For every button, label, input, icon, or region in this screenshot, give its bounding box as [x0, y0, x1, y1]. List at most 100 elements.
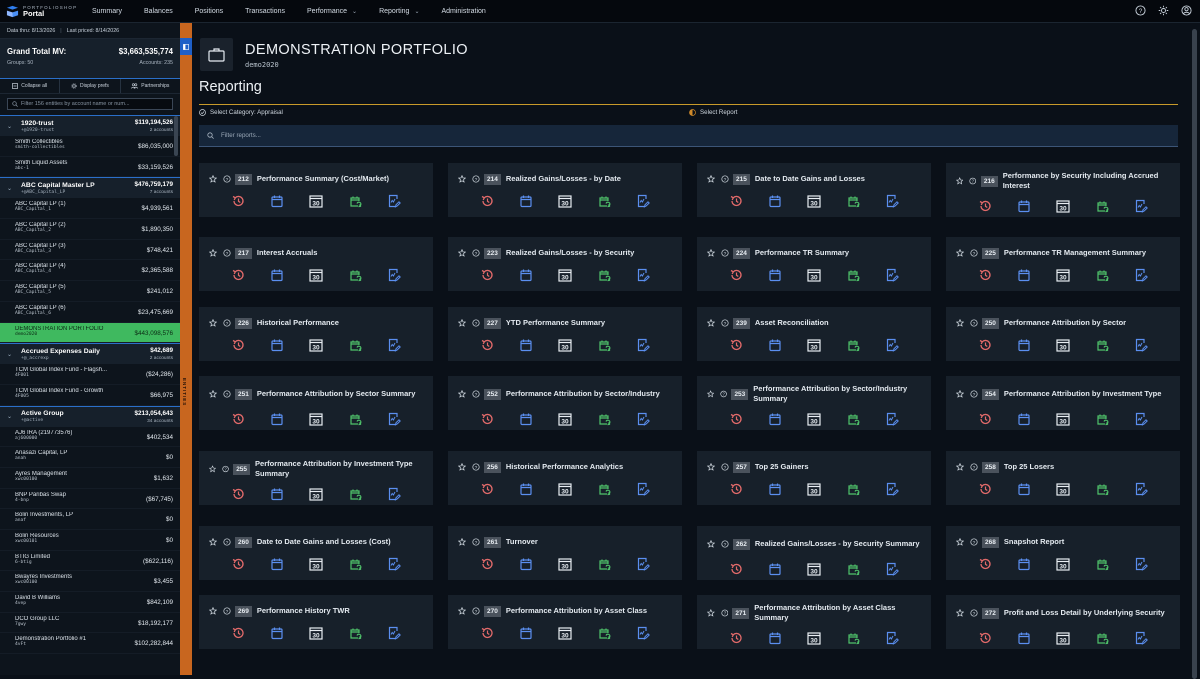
- report-title[interactable]: Realized Gains/Losses - by Security: [506, 248, 634, 258]
- help-icon[interactable]: ?: [969, 177, 977, 185]
- report-edit-icon[interactable]: [1134, 199, 1148, 213]
- calendar-refresh-icon[interactable]: [348, 557, 362, 571]
- calendar-icon[interactable]: [768, 338, 782, 352]
- help-icon[interactable]: ?: [223, 607, 231, 615]
- calendar-30-icon[interactable]: 30: [558, 557, 572, 571]
- report-edit-icon[interactable]: [636, 338, 650, 352]
- account-row[interactable]: BTIG Limited 6-btig ($622,116): [0, 551, 180, 572]
- help-icon[interactable]: ?: [970, 390, 978, 398]
- report-edit-icon[interactable]: [387, 338, 401, 352]
- chevron-down-icon[interactable]: ⌄: [7, 351, 21, 358]
- report-card-272[interactable]: ? 272 Profit and Loss Detail by Underlying…: [946, 595, 1180, 649]
- calendar-icon[interactable]: [768, 412, 782, 426]
- calendar-refresh-icon[interactable]: [846, 338, 860, 352]
- report-title[interactable]: Interest Accruals: [257, 248, 318, 258]
- group-row[interactable]: ⌄ ABC Capital Master LP +@ABC_Capital_LP $4…: [0, 177, 180, 199]
- history-icon[interactable]: [231, 194, 245, 208]
- history-icon[interactable]: [480, 412, 494, 426]
- account-row[interactable]: ABC Capital LP (6) ABC_Capital_6 $23,475,6…: [0, 302, 180, 323]
- calendar-icon[interactable]: [519, 626, 533, 640]
- calendar-30-icon[interactable]: 30: [807, 631, 821, 645]
- report-title[interactable]: Performance TR Management Summary: [1004, 248, 1146, 258]
- star-icon[interactable]: [956, 463, 964, 471]
- collapse-all-button[interactable]: Collapse all: [0, 79, 61, 93]
- step-select-report[interactable]: Select Report: [689, 109, 738, 116]
- report-edit-icon[interactable]: [885, 268, 899, 282]
- history-icon[interactable]: [480, 338, 494, 352]
- report-title[interactable]: Turnover: [506, 537, 538, 547]
- help-icon[interactable]: ?: [472, 607, 480, 615]
- calendar-30-icon[interactable]: 30: [1056, 268, 1070, 282]
- calendar-30-icon[interactable]: 30: [1056, 482, 1070, 496]
- report-edit-icon[interactable]: [1134, 338, 1148, 352]
- help-icon[interactable]: ?: [721, 175, 729, 183]
- star-icon[interactable]: [458, 249, 466, 257]
- account-row-selected[interactable]: DEMONSTRATION PORTFOLIO demo2020 $443,098,…: [0, 322, 180, 344]
- account-row[interactable]: Smith Collectibles smith-collectibles $86,…: [0, 136, 180, 157]
- calendar-refresh-icon[interactable]: [846, 194, 860, 208]
- nav-summary[interactable]: Summary: [92, 8, 122, 15]
- report-card-215[interactable]: ? 215 Date to Date Gains and Losses 30: [697, 163, 931, 217]
- calendar-30-icon[interactable]: 30: [1056, 412, 1070, 426]
- star-icon[interactable]: [209, 319, 217, 327]
- star-icon[interactable]: [707, 175, 715, 183]
- calendar-icon[interactable]: [270, 487, 284, 501]
- calendar-refresh-icon[interactable]: [1095, 482, 1109, 496]
- help-icon[interactable]: ?: [223, 175, 231, 183]
- report-card-223[interactable]: ? 223 Realized Gains/Losses - by Security 3…: [448, 237, 682, 291]
- account-row[interactable]: Anasazi Capital, LP anah $0: [0, 447, 180, 468]
- star-icon[interactable]: [956, 538, 964, 546]
- calendar-30-icon[interactable]: 30: [309, 268, 323, 282]
- account-row[interactable]: ABC Capital LP (5) ABC_Capital_5 $241,012: [0, 281, 180, 302]
- help-icon[interactable]: ?: [720, 390, 728, 398]
- report-title[interactable]: Historical Performance: [257, 318, 339, 328]
- report-title[interactable]: Performance Attribution by Asset Class: [506, 606, 647, 616]
- report-title[interactable]: Performance Attribution by Sector: [1004, 318, 1126, 328]
- report-card-225[interactable]: ? 225 Performance TR Management Summary 30: [946, 237, 1180, 291]
- star-icon[interactable]: [707, 540, 715, 548]
- calendar-30-icon[interactable]: 30: [1056, 199, 1070, 213]
- report-card-269[interactable]: ? 269 Performance History TWR 30: [199, 595, 433, 649]
- history-icon[interactable]: [729, 631, 743, 645]
- calendar-30-icon[interactable]: 30: [807, 194, 821, 208]
- calendar-icon[interactable]: [1017, 482, 1031, 496]
- account-row[interactable]: David B Williams 4vep $842,109: [0, 592, 180, 613]
- account-row[interactable]: AJ6 IRA (219773576) aj600000 $402,534: [0, 427, 180, 448]
- report-edit-icon[interactable]: [885, 631, 899, 645]
- calendar-30-icon[interactable]: 30: [1056, 338, 1070, 352]
- calendar-refresh-icon[interactable]: [348, 487, 362, 501]
- account-row[interactable]: Bwayres Investments xwc00100 $3,455: [0, 571, 180, 593]
- calendar-icon[interactable]: [768, 631, 782, 645]
- calendar-icon[interactable]: [270, 626, 284, 640]
- calendar-refresh-icon[interactable]: [1095, 631, 1109, 645]
- star-icon[interactable]: [458, 319, 466, 327]
- calendar-icon[interactable]: [270, 338, 284, 352]
- app-logo[interactable]: PORTFOLIOSHOP Portal: [0, 5, 86, 18]
- account-row[interactable]: ABC Capital LP (2) ABC_Capital_2 $1,890,35…: [0, 219, 180, 240]
- calendar-refresh-icon[interactable]: [1095, 199, 1109, 213]
- calendar-icon[interactable]: [1017, 557, 1031, 571]
- help-icon[interactable]: ?: [223, 538, 231, 546]
- report-card-224[interactable]: ? 224 Performance TR Summary 30: [697, 237, 931, 291]
- help-icon[interactable]: ?: [472, 319, 480, 327]
- report-card-254[interactable]: ? 254 Performance Attribution by Investmen…: [946, 376, 1180, 430]
- calendar-refresh-icon[interactable]: [597, 557, 611, 571]
- calendar-icon[interactable]: [270, 194, 284, 208]
- display-prefs-button[interactable]: Display prefs: [60, 79, 121, 93]
- help-icon[interactable]: ?: [970, 609, 978, 617]
- calendar-refresh-icon[interactable]: [597, 268, 611, 282]
- calendar-30-icon[interactable]: 30: [558, 268, 572, 282]
- calendar-30-icon[interactable]: 30: [309, 557, 323, 571]
- report-card-250[interactable]: ? 250 Performance Attribution by Sector 30: [946, 307, 1180, 361]
- report-card-256[interactable]: ? 256 Historical Performance Analytics 30: [448, 451, 682, 505]
- report-title[interactable]: Performance by Security Including Accrue…: [1003, 171, 1174, 191]
- calendar-refresh-icon[interactable]: [348, 626, 362, 640]
- nav-positions[interactable]: Positions: [195, 8, 223, 15]
- report-edit-icon[interactable]: [636, 268, 650, 282]
- calendar-30-icon[interactable]: 30: [807, 268, 821, 282]
- report-edit-icon[interactable]: [387, 487, 401, 501]
- calendar-icon[interactable]: [270, 557, 284, 571]
- report-title[interactable]: Performance Attribution by Investment Ty…: [255, 459, 427, 479]
- report-card-253[interactable]: ? 253 Performance Attribution by Sector/In…: [697, 376, 931, 430]
- account-row[interactable]: Bolin Resources xwc00101 $0: [0, 530, 180, 551]
